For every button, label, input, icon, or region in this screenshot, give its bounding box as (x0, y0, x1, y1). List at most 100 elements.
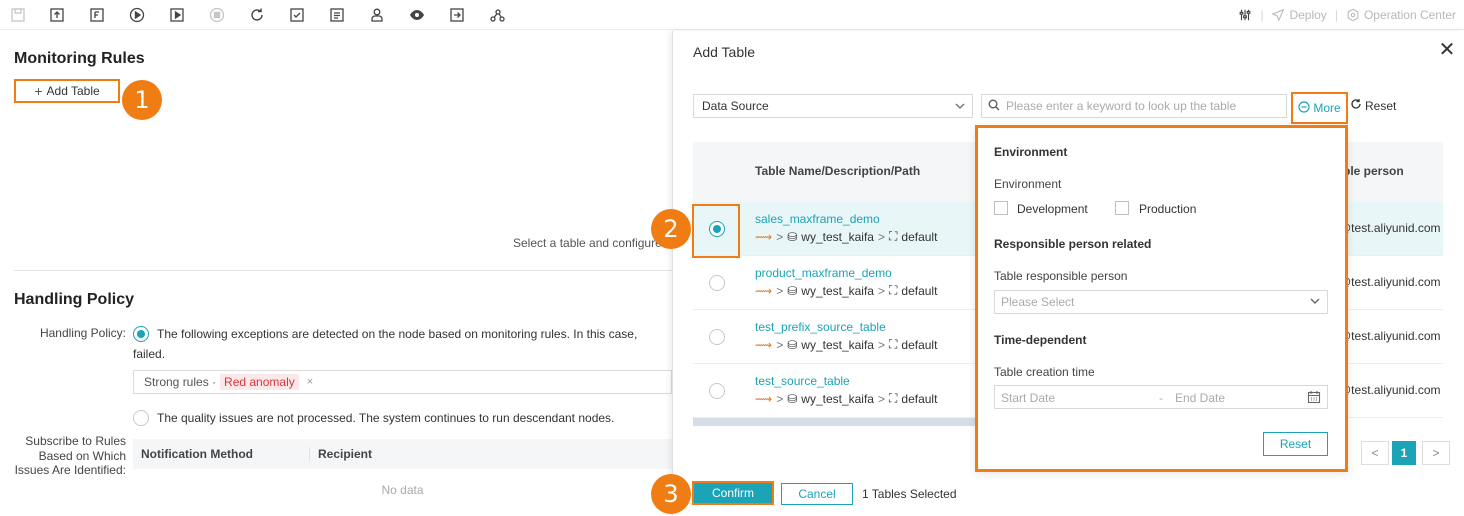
path-arrow: > (776, 229, 784, 244)
recipient-header: Recipient (318, 447, 373, 461)
add-table-label: Add Table (46, 84, 100, 98)
time-heading: Time-dependent (994, 333, 1087, 347)
stop-icon[interactable] (208, 6, 226, 24)
more-filters-button[interactable]: More (1291, 92, 1348, 124)
database-icon: ⛁ (787, 283, 798, 298)
reset-label: Reset (1365, 98, 1397, 113)
add-table-dialog: Add Table ✕ Data Source Please enter a k… (651, 31, 1464, 516)
owner-email: @test.aliyunid.com (1339, 221, 1441, 235)
handling-policy-title: Handling Policy (14, 291, 135, 308)
table-name-link[interactable]: sales_maxframe_demo (755, 212, 880, 226)
reset-icon (1350, 98, 1362, 113)
add-table-button[interactable]: + Add Table (14, 79, 120, 103)
database-icon: ⛁ (787, 337, 798, 352)
table-name-link[interactable]: test_prefix_source_table (755, 320, 886, 334)
radio-fail-on-exception[interactable] (133, 326, 149, 342)
cancel-button[interactable]: Cancel (781, 483, 853, 505)
format-icon[interactable] (88, 6, 106, 24)
data-source-select[interactable]: Data Source (693, 94, 973, 118)
close-icon[interactable]: ✕ (1438, 40, 1456, 60)
plus-icon: + (34, 83, 43, 99)
page-1-button[interactable]: 1 (1392, 441, 1416, 465)
path-arrow: > (877, 391, 885, 406)
option-ignore-text: The quality issues are not processed. Th… (157, 411, 615, 425)
tag-close-icon[interactable]: × (307, 376, 313, 388)
environment-heading: Environment (994, 145, 1068, 159)
upload-icon[interactable] (48, 6, 66, 24)
option-fail-text-line1: The following exceptions are detected on… (157, 327, 638, 341)
save-icon[interactable] (9, 6, 27, 24)
development-label: Development (1017, 202, 1088, 216)
project-name: wy_test_kaifa (801, 337, 874, 352)
deploy-button[interactable]: Deploy (1271, 8, 1327, 22)
callout-1: 1 (122, 80, 162, 120)
preview-icon[interactable] (408, 6, 426, 24)
schema-icon: ⛶ (889, 337, 898, 351)
reset-filters-button[interactable]: Reset (1350, 98, 1396, 113)
schema-name: default (901, 283, 938, 298)
development-checkbox[interactable] (994, 201, 1008, 215)
production-checkbox[interactable] (1115, 201, 1129, 215)
row-radio[interactable] (709, 275, 725, 291)
project-name: wy_test_kaifa (801, 283, 874, 298)
selected-count-text: 1 Tables Selected (862, 487, 957, 501)
graph-icon[interactable] (488, 6, 506, 24)
responsible-person-select[interactable]: Please Select (994, 290, 1328, 314)
toolbar-separator: | (1260, 8, 1264, 22)
subscribe-label: Subscribe to Rules Based on Which Issues… (14, 434, 126, 477)
sliders-icon[interactable] (1238, 8, 1252, 22)
toolbar-separator: | (1334, 8, 1338, 22)
no-data-text: No data (381, 483, 424, 497)
refresh-icon[interactable] (248, 6, 266, 24)
rule-tag-input[interactable]: Strong rules · Red anomaly × (133, 370, 672, 394)
notification-table-header: Notification Method Recipient (133, 439, 672, 469)
prev-page-button[interactable]: < (1361, 441, 1389, 465)
plane-icon (1271, 8, 1285, 22)
production-label: Production (1139, 202, 1197, 216)
next-page-button[interactable]: > (1422, 441, 1450, 465)
table-name-link[interactable]: product_maxframe_demo (755, 266, 892, 280)
row-radio-highlight (692, 204, 740, 258)
table-path: ⟿ > ⛁ wy_test_kaifa > ⛶ default (755, 391, 937, 406)
log-icon[interactable] (328, 6, 346, 24)
deploy-label: Deploy (1289, 8, 1327, 22)
maxcompute-icon: ⟿ (755, 391, 773, 406)
section-divider (14, 270, 672, 271)
end-date-placeholder: End Date (1175, 391, 1226, 405)
owner-email: @test.aliyunid.com (1339, 329, 1441, 343)
creation-date-range[interactable]: Start Date - End Date (994, 385, 1328, 409)
table-name-link[interactable]: test_source_table (755, 374, 850, 388)
schema-icon: ⛶ (889, 283, 898, 297)
toolbar: | Deploy | Operation Center (0, 0, 1464, 30)
path-arrow: > (877, 229, 885, 244)
start-date-placeholder: Start Date (1001, 391, 1056, 405)
operation-center-button[interactable]: Operation Center (1346, 8, 1456, 22)
responsible-person-header: ble person (1343, 164, 1404, 178)
creation-time-label: Table creation time (994, 365, 1095, 379)
handling-policy-label: Handling Policy: (39, 326, 126, 340)
table-search-input[interactable]: Please enter a keyword to look up the ta… (981, 94, 1287, 118)
path-arrow: > (877, 337, 885, 352)
project-name: wy_test_kaifa (801, 391, 874, 406)
popover-reset-button[interactable]: Reset (1263, 432, 1328, 456)
row-radio[interactable] (709, 383, 725, 399)
maxcompute-icon: ⟿ (755, 283, 773, 298)
confirm-button[interactable]: Confirm (694, 483, 772, 503)
table-path: ⟿ > ⛁ wy_test_kaifa > ⛶ default (755, 229, 937, 244)
path-arrow: > (776, 283, 784, 298)
search-placeholder: Please enter a keyword to look up the ta… (1006, 99, 1237, 113)
schema-icon: ⛶ (889, 229, 898, 243)
option-fail-text-line2: failed. (133, 347, 166, 361)
horizontal-scrollbar[interactable] (693, 418, 981, 426)
run-params-icon[interactable] (168, 6, 186, 24)
schema-name: default (901, 337, 938, 352)
check-icon[interactable] (288, 6, 306, 24)
data-source-value: Data Source (702, 99, 769, 113)
row-radio[interactable] (709, 329, 725, 345)
table-name-header: Table Name/Description/Path (755, 164, 921, 178)
person-icon[interactable] (368, 6, 386, 24)
export-icon[interactable] (448, 6, 466, 24)
radio-ignore-issues[interactable] (133, 410, 149, 426)
run-icon[interactable] (128, 6, 146, 24)
notification-table: Notification Method Recipient No data (133, 439, 672, 516)
